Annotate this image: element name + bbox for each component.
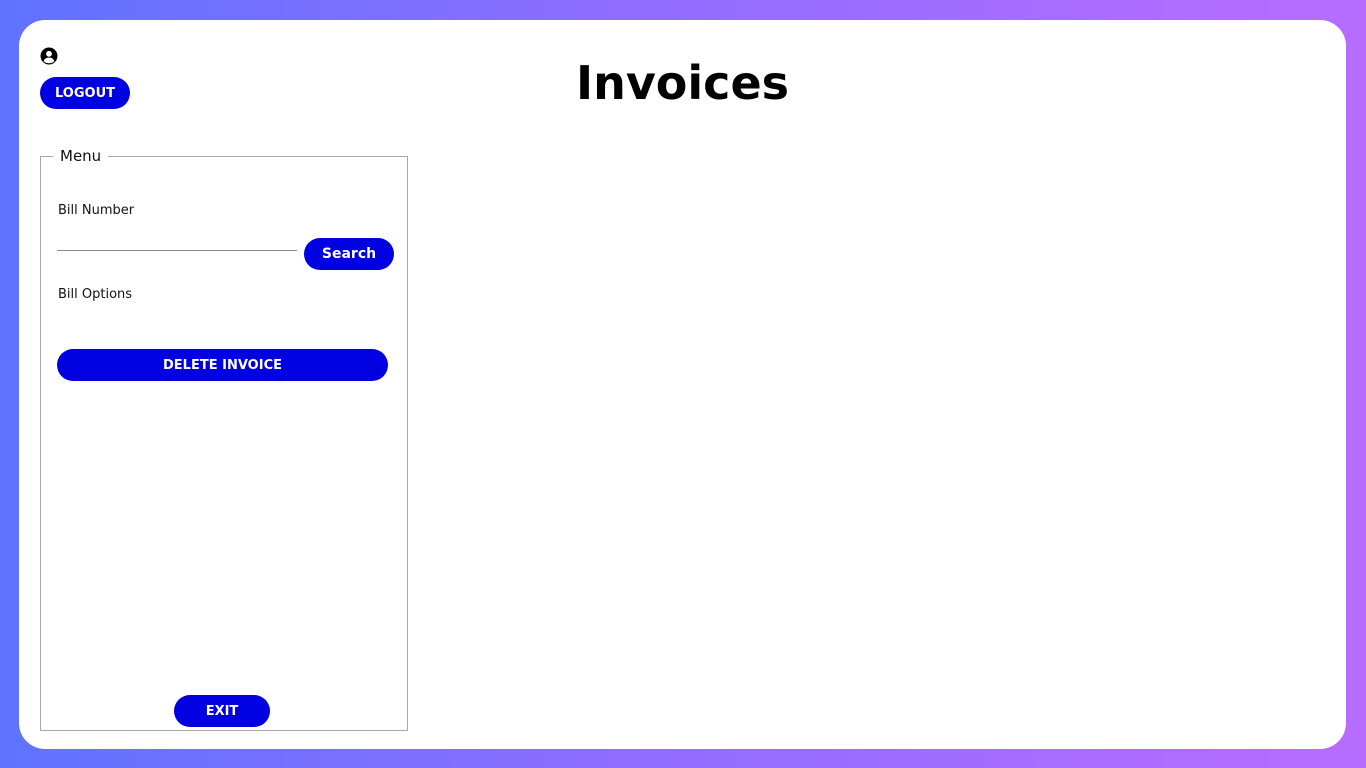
exit-button[interactable]: EXIT (174, 695, 270, 727)
delete-invoice-button[interactable]: DELETE INVOICE (57, 349, 388, 381)
bill-options-label: Bill Options (58, 287, 133, 302)
search-button[interactable]: Search (304, 238, 394, 270)
main-card: LOGOUT Invoices Menu Bill Number Search … (19, 20, 1346, 749)
page-title: Invoices (575, 56, 790, 110)
bill-number-label: Bill Number (58, 203, 135, 218)
menu-legend: Menu (53, 146, 109, 166)
menu-panel: Menu Bill Number Search Bill Options DEL… (40, 146, 408, 731)
bill-number-input[interactable] (57, 227, 297, 251)
